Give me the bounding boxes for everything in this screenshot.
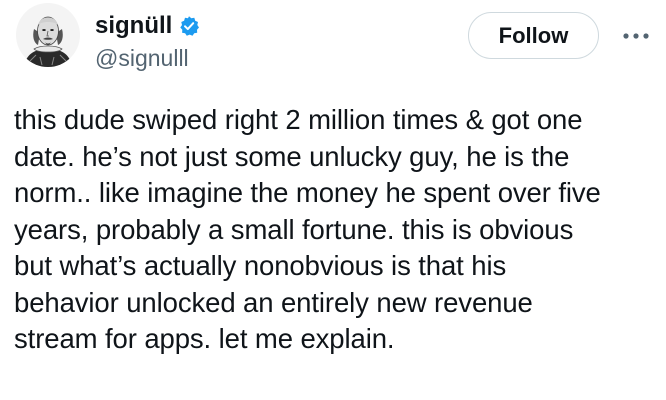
verified-badge-icon	[178, 15, 200, 37]
avatar[interactable]	[16, 3, 80, 67]
author-name-row: signüll	[95, 13, 200, 39]
follow-button[interactable]: Follow	[468, 12, 599, 59]
tweet-text-line: behavior unlocked an entirely new revenu…	[14, 286, 533, 318]
shakespeare-portrait-avatar	[16, 3, 80, 67]
tweet-text-line: stream for apps. let me explain.	[14, 323, 395, 354]
tweet-text-line: date. he’s not just some unlucky guy, he…	[14, 140, 570, 172]
author-handle[interactable]: @signulll	[95, 45, 189, 71]
tweet-text: this dude swiped right 2 million times &…	[14, 102, 654, 358]
tweet-card: signüll @signulll Follow this dude swipe…	[0, 0, 666, 400]
tweet-text-line: years, probably a small fortune. this is…	[14, 213, 574, 245]
tweet-text-line: but what’s actually nonobvious is that h…	[14, 250, 507, 281]
tweet-text-line: this dude swiped right 2 million times &…	[14, 104, 583, 135]
more-options-button[interactable]	[620, 22, 652, 50]
more-options-icon	[623, 33, 649, 39]
tweet-text-line: norm.. like imagine the money he spent o…	[14, 177, 601, 208]
author-display-name[interactable]: signüll	[95, 13, 172, 39]
